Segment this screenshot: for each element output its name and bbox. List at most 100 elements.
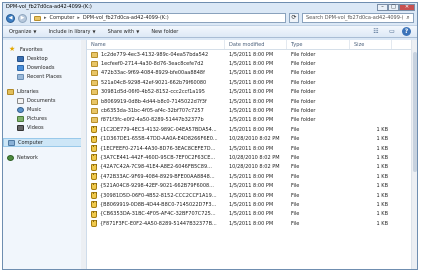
music-icon	[17, 106, 24, 113]
file-row[interactable]: {F871F3FC-E0F2-4A50-8289-51447B32377B...…	[87, 219, 417, 228]
explorer-window: DPM-vol_fb27d0ca-ad42-4099-(K:) – □ ✕ ◀ …	[2, 2, 418, 270]
file-date: 1/5/2011 8:00 PM	[229, 70, 274, 77]
file-type: File folder	[291, 98, 316, 105]
file-type: File folder	[291, 117, 316, 124]
file-name-cell: {30981D5D-06F0-4B52-8152-CCC2CCF1A19...	[87, 192, 225, 200]
file-name-cell: {B8069919-0D8B-4D44-B8C0-7145022D7F3...	[87, 201, 225, 209]
forward-button[interactable]: ▶	[18, 13, 27, 23]
window-caption: DPM-vol_fb27d0ca-ad42-4099-(K:)	[6, 4, 92, 10]
nav-network[interactable]: Network	[3, 153, 86, 162]
file-row[interactable]: 521a04c8-9298-42ef-9021-662b79f60080 1/5/…	[87, 78, 417, 87]
new-folder-button[interactable]: New folder	[151, 29, 178, 35]
column-date-modified[interactable]: Date modified	[225, 40, 287, 49]
file-row[interactable]: 1c2de779-4ec3-4132-989c-04ea57bda542 1/5/…	[87, 50, 417, 59]
back-button[interactable]: ◀	[6, 13, 15, 23]
maximize-button[interactable]: □	[388, 3, 399, 11]
search-icon[interactable]: ⌕	[403, 14, 413, 22]
file-type: File	[291, 154, 300, 161]
nav-videos[interactable]: Videos	[3, 123, 86, 132]
lock-file-icon	[91, 154, 97, 162]
change-view-icon[interactable]: ☷	[370, 27, 382, 36]
file-name: {521A04C8-9298-42EF-9021-662B79F6008...	[100, 183, 214, 190]
scrollbar-thumb[interactable]	[413, 52, 417, 172]
file-date: 1/5/2011 8:00 PM	[229, 145, 274, 152]
nav-music-label: Music	[27, 106, 42, 113]
file-row[interactable]: {42A7C42A-7C98-41E4-A8E2-6046FB5C89... 10…	[87, 163, 417, 172]
file-row[interactable]: {CB6353DA-31BC-4F05-AF4C-32BF707C725... 1…	[87, 210, 417, 219]
column-name[interactable]: Name	[87, 40, 225, 49]
breadcrumb-volume[interactable]: DPM-vol_fb27d0ca-ad42-4099-(K:)	[83, 15, 169, 21]
file-row[interactable]: {30981D5D-06F0-4B52-8152-CCC2CCF1A19... 1…	[87, 191, 417, 200]
search-input[interactable]: Search DPM-vol_fb27d0ca-ad42-4099-(K:) ⌕	[302, 13, 414, 23]
file-row[interactable]: {472B33AC-9F69-4084-8929-BFE00AA8848... 1…	[87, 172, 417, 181]
close-button[interactable]: ✕	[399, 3, 415, 11]
file-date: 1/5/2011 8:00 PM	[229, 201, 274, 208]
file-row[interactable]: {1ECFEEF0-2714-4A30-8D76-3EAC8CEFE7D... 1…	[87, 144, 417, 153]
explorer-body: ★ Favorites Desktop Downloads Recent Plac…	[3, 40, 417, 269]
share-with-button[interactable]: Share with ▼	[108, 29, 140, 35]
nav-documents[interactable]: Documents	[3, 96, 86, 105]
file-name-cell: {472B33AC-9F69-4084-8929-BFE00AA8848...	[87, 173, 225, 181]
nav-recent-places[interactable]: Recent Places	[3, 72, 86, 81]
nav-desktop[interactable]: Desktop	[3, 54, 86, 63]
file-name: 521a04c8-9298-42ef-9021-662b79f60080	[101, 79, 207, 86]
file-type: File folder	[291, 79, 316, 86]
file-size: 1 KB	[376, 126, 388, 133]
preview-pane-icon[interactable]: ▭	[386, 27, 398, 36]
file-name-cell: {1ECFEEF0-2714-4A30-8D76-3EAC8CEFE7D...	[87, 145, 225, 153]
file-row[interactable]: cb6353da-31bc-4f05-af4c-32bf707c7257 1/5/…	[87, 106, 417, 115]
lock-file-icon	[91, 220, 97, 228]
file-name-cell: b8069919-0d8b-4d44-b8c0-7145022d7f3f	[87, 98, 225, 105]
file-row[interactable]: 1ecfeef0-2714-4a30-8d76-3eac8cefe7d2 1/5/…	[87, 59, 417, 68]
include-in-library-button[interactable]: Include in library ▼	[48, 29, 95, 35]
address-bar[interactable]: ▸ Computer ▸ DPM-vol_fb27d0ca-ad42-4099-…	[30, 13, 286, 23]
file-name-cell: {42A7C42A-7C98-41E4-A8E2-6046FB5C89...	[87, 163, 225, 171]
breadcrumb-computer[interactable]: Computer	[50, 15, 75, 21]
file-date: 1/5/2011 8:00 PM	[229, 220, 274, 227]
file-date: 1/5/2011 8:00 PM	[229, 173, 274, 180]
folder-icon	[91, 98, 98, 105]
file-row[interactable]: 472b33ac-9f69-4084-8929-bfe00aa8848f 1/5/…	[87, 69, 417, 78]
nav-libraries[interactable]: Libraries	[3, 87, 86, 96]
downloads-icon	[17, 64, 24, 71]
file-row[interactable]: {521A04C8-9298-42EF-9021-662B79F6008... 1…	[87, 181, 417, 190]
file-type: File folder	[291, 70, 316, 77]
file-row[interactable]: {1C2DE779-4EC3-4132-989C-04EA57BDA54... 1…	[87, 125, 417, 134]
nav-computer-label: Computer	[18, 139, 43, 146]
organize-button[interactable]: Organize ▼	[9, 29, 36, 35]
lock-file-icon	[91, 192, 97, 200]
column-size[interactable]: Size	[350, 40, 392, 49]
column-type[interactable]: Type	[287, 40, 350, 49]
file-row[interactable]: 30981d5d-06f0-4b52-8152-ccc2ccf1a195 1/5/…	[87, 88, 417, 97]
file-row[interactable]: b8069919-0d8b-4d44-b8c0-7145022d7f3f 1/5/…	[87, 97, 417, 106]
file-type: File	[291, 201, 300, 208]
file-date: 1/5/2011 8:00 PM	[229, 183, 274, 190]
minimize-button[interactable]: –	[377, 3, 388, 11]
file-size: 1 KB	[376, 192, 388, 199]
file-size: 1 KB	[376, 136, 388, 143]
nav-favorites[interactable]: ★ Favorites	[3, 45, 86, 54]
pictures-icon	[17, 115, 24, 122]
file-row[interactable]: {3A7CE441-442F-460D-95CB-7EF0C2F63CE... 1…	[87, 153, 417, 162]
file-list-scrollbar[interactable]	[411, 40, 417, 269]
refresh-button[interactable]: ⟳	[289, 13, 299, 23]
file-row[interactable]: f871f3fc-e0f2-4a50-8289-51447b32377b 1/5/…	[87, 116, 417, 125]
desktop-icon	[17, 55, 24, 62]
command-bar: Organize ▼ Include in library ▼ Share with…	[3, 25, 417, 38]
nav-downloads[interactable]: Downloads	[3, 63, 86, 72]
help-icon[interactable]: ?	[402, 27, 411, 36]
address-row: ◀ ▶ ▸ Computer ▸ DPM-vol_fb27d0ca-ad42-4…	[3, 11, 417, 25]
nav-pictures-label: Pictures	[27, 115, 47, 122]
nav-network-label: Network	[17, 154, 38, 161]
nav-pictures[interactable]: Pictures	[3, 114, 86, 123]
file-row[interactable]: {B8069919-0D8B-4D44-B8C0-7145022D7F3... 1…	[87, 200, 417, 209]
nav-scrollbar[interactable]	[81, 40, 86, 269]
file-name-cell: 521a04c8-9298-42ef-9021-662b79f60080	[87, 79, 225, 86]
drive-icon	[34, 15, 41, 21]
folder-icon	[91, 108, 98, 115]
file-type: File folder	[291, 89, 316, 96]
file-row[interactable]: {1D367DE1-655B-47DD-AA0A-E4D8266F6E0... 1…	[87, 135, 417, 144]
nav-music[interactable]: Music	[3, 105, 86, 114]
nav-computer[interactable]: Computer	[3, 138, 86, 147]
search-placeholder: Search DPM-vol_fb27d0ca-ad42-4099-(K:)	[306, 15, 403, 21]
